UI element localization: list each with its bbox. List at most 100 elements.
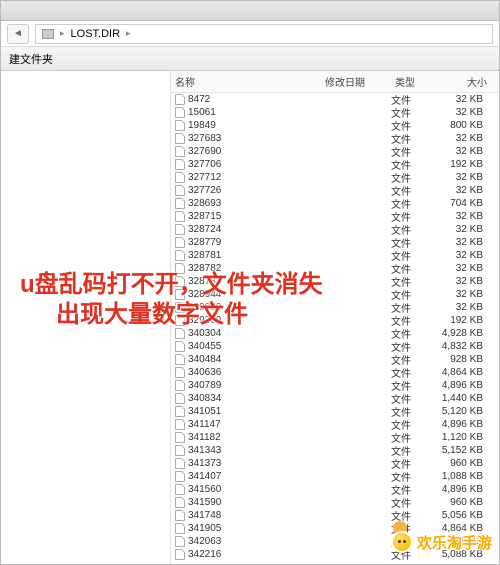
sidebar-nav[interactable] xyxy=(1,71,171,564)
file-row[interactable]: 328724文件32 KB xyxy=(171,223,499,236)
file-row[interactable]: 8472文件32 KB xyxy=(171,93,499,106)
file-size: 32 KB xyxy=(436,185,491,196)
file-name: 340455 xyxy=(188,341,221,352)
file-size: 32 KB xyxy=(436,172,491,183)
file-name: 327706 xyxy=(188,159,221,170)
file-row[interactable]: 340834文件1,440 KB xyxy=(171,392,499,405)
file-icon xyxy=(175,510,185,521)
file-icon xyxy=(175,341,185,352)
file-row[interactable]: 340789文件4,896 KB xyxy=(171,379,499,392)
address-bar[interactable]: ▸ LOST.DIR ▸ xyxy=(35,24,493,44)
file-size: 4,896 KB xyxy=(436,484,491,495)
file-size: 32 KB xyxy=(436,289,491,300)
file-row[interactable]: 327712文件32 KB xyxy=(171,171,499,184)
file-name: 342216 xyxy=(188,549,221,560)
file-type: 文件 xyxy=(391,547,436,562)
file-name: 327683 xyxy=(188,133,221,144)
file-icon xyxy=(175,159,185,170)
file-row[interactable]: 329209文件192 KB xyxy=(171,314,499,327)
file-name: 341373 xyxy=(188,458,221,469)
file-row[interactable]: 327706文件192 KB xyxy=(171,158,499,171)
column-header-type[interactable]: 类型 xyxy=(391,74,436,89)
file-name: 341407 xyxy=(188,471,221,482)
file-name: 342063 xyxy=(188,536,221,547)
file-size: 32 KB xyxy=(436,146,491,157)
file-name: 340789 xyxy=(188,380,221,391)
file-row[interactable]: 341343文件5,152 KB xyxy=(171,444,499,457)
file-row[interactable]: 340304文件4,928 KB xyxy=(171,327,499,340)
file-name: 341182 xyxy=(188,432,221,443)
file-icon xyxy=(175,367,185,378)
file-name: 329080 xyxy=(188,302,221,313)
file-icon xyxy=(175,302,185,313)
file-row[interactable]: 340455文件4,832 KB xyxy=(171,340,499,353)
chevron-right-icon: ▸ xyxy=(60,28,65,39)
column-header-date[interactable]: 修改日期 xyxy=(321,74,391,89)
file-rows: 8472文件32 KB15061文件32 KB19849文件800 KB3276… xyxy=(171,93,499,564)
drive-icon xyxy=(42,29,54,39)
file-name: 340834 xyxy=(188,393,221,404)
file-name: 341051 xyxy=(188,406,221,417)
file-row[interactable]: 341051文件5,120 KB xyxy=(171,405,499,418)
file-size: 32 KB xyxy=(436,107,491,118)
file-row[interactable]: 327690文件32 KB xyxy=(171,145,499,158)
file-icon xyxy=(175,146,185,157)
file-icon xyxy=(175,549,185,560)
file-row[interactable]: 340484文件928 KB xyxy=(171,353,499,366)
title-bar[interactable] xyxy=(1,1,499,21)
file-size: 4,896 KB xyxy=(436,380,491,391)
file-row[interactable]: 15061文件32 KB xyxy=(171,106,499,119)
file-row[interactable]: 19849文件800 KB xyxy=(171,119,499,132)
file-size: 5,088 KB xyxy=(436,549,491,560)
file-row[interactable]: 328779文件32 KB xyxy=(171,236,499,249)
file-size: 5,152 KB xyxy=(436,445,491,456)
file-row[interactable]: 341590文件960 KB xyxy=(171,496,499,509)
file-row[interactable]: 342216 文件5,088 KB xyxy=(171,548,499,561)
file-size: 4,832 KB xyxy=(436,341,491,352)
file-icon xyxy=(175,328,185,339)
file-row[interactable]: 327726文件32 KB xyxy=(171,184,499,197)
file-row[interactable]: 341560文件4,896 KB xyxy=(171,483,499,496)
file-name: 328783 xyxy=(188,276,221,287)
file-row[interactable]: 327683文件32 KB xyxy=(171,132,499,145)
file-row[interactable]: 340636文件4,864 KB xyxy=(171,366,499,379)
file-row[interactable]: 328782文件32 KB xyxy=(171,262,499,275)
file-size: 32 KB xyxy=(436,224,491,235)
file-size: 1,120 KB xyxy=(436,432,491,443)
file-name: 340304 xyxy=(188,328,221,339)
file-row[interactable]: 328715文件32 KB xyxy=(171,210,499,223)
file-name: 341590 xyxy=(188,497,221,508)
file-row[interactable]: 341407文件1,088 KB xyxy=(171,470,499,483)
file-size: 4,928 KB xyxy=(436,328,491,339)
file-row[interactable]: 328783文件32 KB xyxy=(171,275,499,288)
file-row[interactable]: 328944文件32 KB xyxy=(171,288,499,301)
file-size: 32 KB xyxy=(436,133,491,144)
file-icon xyxy=(175,445,185,456)
file-row[interactable]: 328693文件704 KB xyxy=(171,197,499,210)
file-row[interactable]: 341905文件4,864 KB xyxy=(171,522,499,535)
file-row[interactable]: 341748文件5,056 KB xyxy=(171,509,499,522)
file-size: 32 KB xyxy=(436,94,491,105)
file-size: 32 KB xyxy=(436,276,491,287)
file-name: 328779 xyxy=(188,237,221,248)
file-row[interactable]: 341182文件1,120 KB xyxy=(171,431,499,444)
new-folder-button[interactable]: 建文件夹 xyxy=(9,51,53,67)
back-button[interactable]: ◄ xyxy=(7,24,29,44)
file-row[interactable]: 342063文件960 KB xyxy=(171,535,499,548)
file-name: 341560 xyxy=(188,484,221,495)
file-row[interactable]: 341373文件960 KB xyxy=(171,457,499,470)
file-size: 1,088 KB xyxy=(436,471,491,482)
toolbar: 建文件夹 xyxy=(1,47,499,71)
file-size: 960 KB xyxy=(436,536,491,547)
column-header-name[interactable]: 名称 xyxy=(171,74,321,89)
file-row[interactable]: 341147文件4,896 KB xyxy=(171,418,499,431)
file-name: 19849 xyxy=(188,120,216,131)
file-size: 1,440 KB xyxy=(436,393,491,404)
file-icon xyxy=(175,276,185,287)
file-name: 328693 xyxy=(188,198,221,209)
file-row[interactable]: 329080文件32 KB xyxy=(171,301,499,314)
file-name: 327712 xyxy=(188,172,221,183)
column-header-size[interactable]: 大小 xyxy=(436,74,491,89)
file-row[interactable]: 328781文件32 KB xyxy=(171,249,499,262)
file-name: 341748 xyxy=(188,510,221,521)
